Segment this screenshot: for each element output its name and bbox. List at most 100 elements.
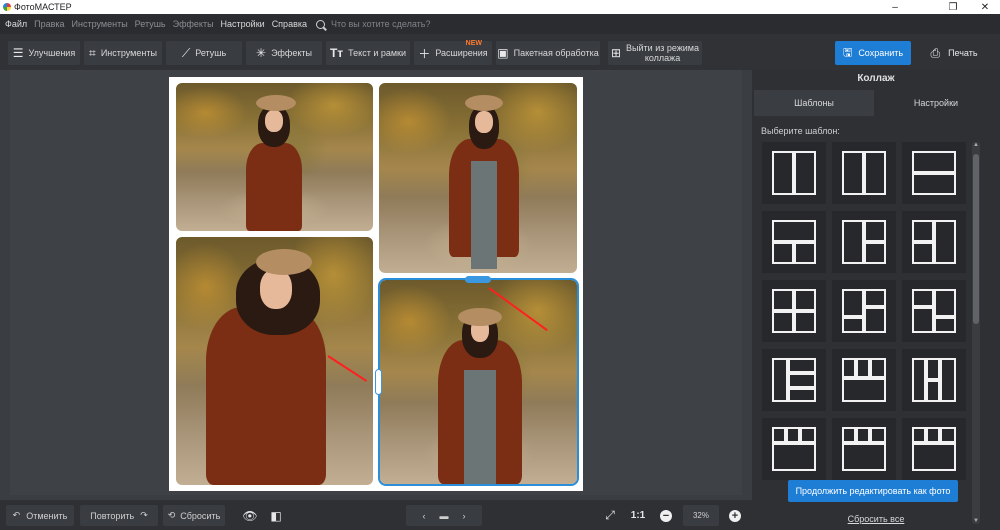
menu-search[interactable]: Что вы хотите сделать? xyxy=(316,19,431,29)
template-layout-icon xyxy=(842,289,886,333)
template-cell xyxy=(794,151,816,195)
template-grid-2x2[interactable] xyxy=(762,280,826,342)
menu-retouch[interactable]: Ретушь xyxy=(135,19,166,29)
template-grid-2x2-offset[interactable] xyxy=(832,280,896,342)
template-grid xyxy=(762,142,968,524)
template-two-columns[interactable] xyxy=(832,142,896,204)
maximize-button[interactable]: ❐ xyxy=(938,0,968,14)
menu-settings[interactable]: Настройки xyxy=(221,19,265,29)
template-grid-3x3-partial[interactable] xyxy=(832,418,896,480)
search-input[interactable]: Что вы хотите сделать? xyxy=(331,19,431,29)
batch-button[interactable]: ▣ Пакетная обработка xyxy=(496,41,600,65)
template-grid-3x3-partial[interactable] xyxy=(902,418,966,480)
template-cell xyxy=(864,307,886,333)
template-cell xyxy=(788,358,816,373)
template-cell xyxy=(926,427,940,443)
template-two-rows[interactable] xyxy=(902,142,966,204)
template-cell xyxy=(934,289,956,317)
save-label: Сохранить xyxy=(858,48,904,58)
template-left-three-right-one[interactable] xyxy=(762,349,826,411)
undo-button[interactable]: ↶ Отменить xyxy=(6,505,74,526)
text-icon: Tт xyxy=(329,46,344,60)
template-top-three-bottom-one[interactable] xyxy=(832,349,896,411)
scrollbar-thumb[interactable] xyxy=(973,154,979,324)
template-columns-mixed[interactable] xyxy=(902,349,966,411)
zoom-in-icon[interactable]: + xyxy=(727,505,743,526)
floppy-icon: 🖫 xyxy=(842,46,853,59)
menu-edit[interactable]: Правка xyxy=(34,19,64,29)
template-layout-icon xyxy=(772,427,816,471)
template-cell xyxy=(772,311,794,333)
batch-label: Пакетная обработка xyxy=(513,48,599,58)
app-title: ФотоМАСТЕР xyxy=(14,2,72,12)
close-button[interactable]: ✕ xyxy=(970,0,1000,14)
undo-icon: ↶ xyxy=(12,510,21,520)
template-cell xyxy=(788,373,816,388)
retouch-button[interactable]: ⟋ Ретушь xyxy=(166,41,242,65)
actual-size-button[interactable]: 1:1 xyxy=(628,505,648,526)
collage-cell-1[interactable] xyxy=(176,83,373,231)
collage-cell-3[interactable] xyxy=(176,237,373,485)
redo-button[interactable]: Повторить ↷ xyxy=(80,505,158,526)
reset-button[interactable]: ⟲ Сбросить xyxy=(163,505,225,526)
tab-settings[interactable]: Настройки xyxy=(874,90,998,116)
tab-templates[interactable]: Шаблоны xyxy=(754,90,874,116)
collage-cell-2[interactable] xyxy=(379,83,577,273)
brush-icon: ⟋ xyxy=(181,45,191,60)
template-cell xyxy=(912,289,934,307)
print-button[interactable]: ⎙ Печать xyxy=(915,41,993,65)
resize-handle-vertical[interactable] xyxy=(375,369,382,395)
menu-help[interactable]: Справка xyxy=(272,19,307,29)
template-cell xyxy=(842,317,864,333)
scroll-up-icon[interactable]: ▲ xyxy=(972,142,980,148)
template-top-wide-bottom-two[interactable] xyxy=(762,211,826,273)
menu-effects[interactable]: Эффекты xyxy=(173,19,214,29)
template-two-columns[interactable] xyxy=(762,142,826,204)
template-cell xyxy=(856,427,870,443)
save-button[interactable]: 🖫 Сохранить xyxy=(835,41,911,65)
previous-icon[interactable]: ‹ xyxy=(423,511,426,521)
template-layout-icon xyxy=(772,358,816,402)
template-layout-icon xyxy=(842,151,886,195)
text-frames-button[interactable]: Tт Текст и рамки xyxy=(326,41,410,65)
compare-icon[interactable]: ◧ xyxy=(266,505,286,526)
zoom-out-icon[interactable]: − xyxy=(658,505,674,526)
crop-icon: ⌗ xyxy=(89,45,96,60)
template-cell xyxy=(842,427,856,443)
template-cell xyxy=(800,427,816,443)
redo-label: Повторить xyxy=(90,510,135,521)
navigation-group: ‹ ▬ › xyxy=(406,505,482,526)
zoom-level[interactable]: 32% xyxy=(683,505,719,526)
menu-tools[interactable]: Инструменты xyxy=(72,19,128,29)
fit-screen-icon[interactable]: ⤢ xyxy=(600,505,620,526)
next-icon[interactable]: › xyxy=(463,511,466,521)
template-left-one-right-two[interactable] xyxy=(832,211,896,273)
template-layout-icon xyxy=(912,427,956,471)
template-layout-icon xyxy=(842,358,886,402)
preview-eye-icon[interactable]: 👁 xyxy=(240,505,260,526)
template-cell xyxy=(794,289,816,311)
new-badge: NEW xyxy=(465,40,482,47)
minimize-button[interactable]: – xyxy=(880,0,910,14)
menu-file[interactable]: Файл xyxy=(5,19,27,29)
template-grid-3x3-partial[interactable] xyxy=(762,418,826,480)
template-scrollbar[interactable]: ▲ ▼ xyxy=(972,142,980,524)
template-left-two-right-one[interactable] xyxy=(902,211,966,273)
exit-collage-button[interactable]: ⊞ Выйти из режима коллажа xyxy=(608,41,702,65)
reset-all-link[interactable]: Сбросить все xyxy=(752,514,1000,524)
improve-button[interactable]: ☰ Улучшения xyxy=(8,41,80,65)
resize-handle-horizontal[interactable] xyxy=(465,276,491,283)
collage-cell-4[interactable] xyxy=(378,278,579,486)
collage-grid-icon: ⊞ xyxy=(610,46,622,60)
effects-button[interactable]: ✳ Эффекты xyxy=(246,41,322,65)
template-cell xyxy=(912,242,934,264)
tools-button[interactable]: ⌗ Инструменты xyxy=(84,41,162,65)
template-grid-2x2-offset-b[interactable] xyxy=(902,280,966,342)
folder-icon[interactable]: ▬ xyxy=(440,511,449,521)
template-cell xyxy=(912,151,956,173)
bottom-bar: ↶ Отменить Повторить ↷ ⟲ Сбросить 👁 ◧ ‹ … xyxy=(0,500,752,530)
extensions-button[interactable]: ＋ Расширения NEW xyxy=(414,40,492,65)
exit-collage-label: Выйти из режима коллажа xyxy=(626,43,699,63)
template-cell xyxy=(940,427,956,443)
continue-editing-button[interactable]: Продолжить редактировать как фото xyxy=(788,480,958,502)
